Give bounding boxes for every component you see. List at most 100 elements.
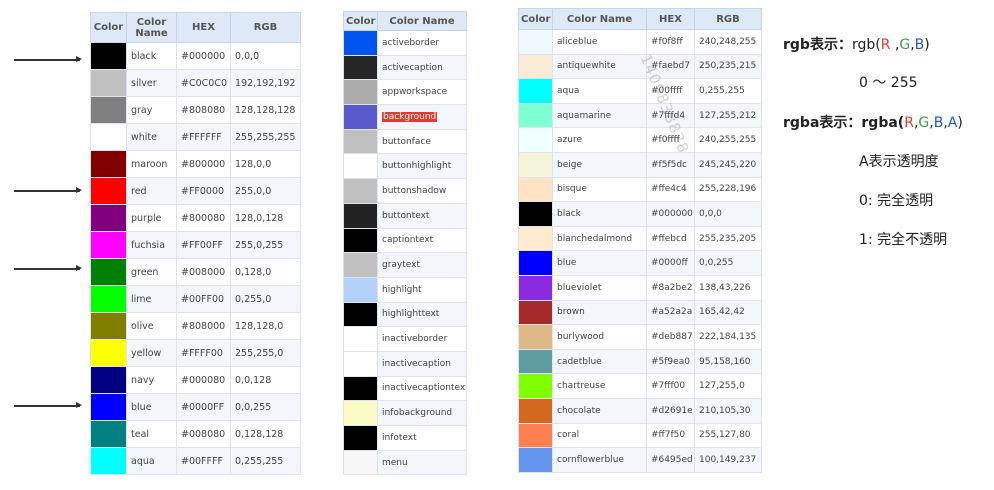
hex-cell: #0000ff bbox=[646, 250, 695, 276]
color-swatch bbox=[518, 299, 553, 326]
color-name-cell: silver bbox=[126, 69, 177, 97]
basic-colors-table: Color Color Name HEX RGB black #000000 0,0… bbox=[90, 12, 301, 475]
rgb-cell: 128,0,128 bbox=[230, 204, 301, 232]
color-swatch bbox=[90, 258, 127, 286]
rgb-cell: 245,245,220 bbox=[694, 151, 762, 178]
table-row: buttonshadow bbox=[343, 178, 467, 204]
rgb-prefix: rgb( bbox=[851, 37, 881, 53]
rgb-cell: 255,255,0 bbox=[230, 339, 301, 367]
color-swatch bbox=[518, 373, 553, 399]
color-name-cell: black bbox=[552, 201, 647, 227]
color-swatch bbox=[343, 104, 378, 130]
rgb-cell: 255,127,80 bbox=[694, 422, 762, 449]
color-name-cell: fuchsia bbox=[126, 231, 177, 259]
table-row: lime #00FF00 0,255,0 bbox=[90, 285, 301, 313]
color-swatch bbox=[518, 201, 553, 227]
color-name-cell: brown bbox=[552, 299, 647, 326]
table-row: silver #C0C0C0 192,192,192 bbox=[90, 69, 301, 97]
hex-cell: #ffe4c4 bbox=[646, 176, 695, 203]
color-swatch bbox=[90, 150, 127, 178]
rgb-cell: 95,158,160 bbox=[694, 348, 762, 375]
color-name-cell: buttonface bbox=[377, 128, 467, 155]
color-swatch bbox=[90, 231, 127, 259]
rgb-cell: 100,149,237 bbox=[694, 447, 762, 473]
color-name-cell: beige bbox=[552, 151, 647, 178]
color-name-cell: inactivecaption bbox=[377, 350, 467, 377]
table-row: aqua #00ffff 0,255,255 bbox=[518, 78, 762, 104]
color-name-cell: blueviolet bbox=[552, 274, 647, 301]
table-row: white #FFFFFF 255,255,255 bbox=[90, 123, 301, 151]
table-row: blanchedalmond #ffebcd 255,235,205 bbox=[518, 225, 762, 252]
table-row: activecaption bbox=[343, 54, 467, 81]
table-row: highlighttext bbox=[343, 301, 467, 328]
g-letter: G bbox=[918, 115, 930, 131]
color-swatch bbox=[343, 326, 378, 352]
color-swatch bbox=[518, 397, 553, 424]
header-color-name: Color Name bbox=[377, 11, 467, 31]
color-name-cell: infotext bbox=[377, 425, 467, 451]
table-row: cadetblue #5f9ea0 95,158,160 bbox=[518, 348, 762, 375]
header-color: Color bbox=[343, 11, 378, 31]
table-row: graytext bbox=[343, 252, 467, 278]
table-row: black #000000 0,0,0 bbox=[518, 201, 762, 227]
close-paren: ) bbox=[957, 115, 963, 131]
hex-cell: #a52a2a bbox=[646, 299, 695, 326]
color-swatch bbox=[343, 178, 378, 204]
color-name-cell: black bbox=[126, 42, 177, 70]
hex-cell: #7fff00 bbox=[646, 373, 695, 399]
rgba-format-note: rgba表示：rgba(R,G,B,A) bbox=[783, 112, 963, 132]
arrow-green bbox=[14, 265, 82, 271]
rgb-cell: 128,0,0 bbox=[230, 150, 301, 178]
color-swatch bbox=[518, 447, 553, 473]
a-letter: A bbox=[947, 115, 958, 131]
color-name-cell: infobackground bbox=[377, 400, 467, 426]
color-swatch bbox=[518, 225, 553, 252]
hex-cell: #ff7f50 bbox=[646, 422, 695, 449]
hex-cell: #ffebcd bbox=[646, 225, 695, 252]
color-name-cell: aliceblue bbox=[552, 29, 647, 55]
table-row: aquamarine #7fffd4 127,255,212 bbox=[518, 102, 762, 129]
table-row: chocolate #d2691e 210,105,30 bbox=[518, 397, 762, 424]
hex-cell: #000080 bbox=[176, 366, 231, 394]
rgb-label: rgb表示： bbox=[783, 37, 852, 53]
rgb-cell: 0,0,128 bbox=[230, 366, 301, 394]
color-swatch bbox=[343, 425, 378, 451]
color-swatch bbox=[518, 422, 553, 449]
table-header-row: Color Color Name bbox=[343, 11, 467, 31]
hex-cell: #800000 bbox=[176, 150, 231, 178]
table-row: yellow #FFFF00 255,255,0 bbox=[90, 339, 301, 367]
rgb-format-note: rgb表示：rgb(R ,G,B) bbox=[783, 34, 930, 54]
color-name-cell: bisque bbox=[552, 176, 647, 203]
hex-cell: #deb887 bbox=[646, 324, 695, 350]
color-swatch bbox=[90, 447, 127, 475]
color-swatch bbox=[343, 79, 378, 106]
rgb-cell: 255,228,196 bbox=[694, 176, 762, 203]
rgb-cell: 0,0,0 bbox=[230, 42, 301, 70]
color-swatch bbox=[518, 324, 553, 350]
color-name-cell: yellow bbox=[126, 339, 177, 367]
alpha-opaque-note: 1: 完全不透明 bbox=[859, 232, 948, 248]
rgb-cell: 0,128,128 bbox=[230, 420, 301, 448]
color-name-cell: highlight bbox=[377, 276, 467, 303]
rgb-cell: 138,43,226 bbox=[694, 274, 762, 301]
hex-cell: #FF00FF bbox=[176, 231, 231, 259]
color-swatch bbox=[90, 339, 127, 367]
color-swatch bbox=[343, 54, 378, 81]
color-name-cell: activeborder bbox=[377, 30, 467, 56]
table-row: gray #808080 128,128,128 bbox=[90, 96, 301, 124]
color-name-cell: azure bbox=[552, 127, 647, 153]
color-name-cell: blanchedalmond bbox=[552, 225, 647, 252]
table-row: olive #808000 128,128,0 bbox=[90, 312, 301, 340]
color-swatch bbox=[518, 29, 553, 55]
color-swatch bbox=[518, 102, 553, 129]
table-row: beige #f5f5dc 245,245,220 bbox=[518, 151, 762, 178]
hex-cell: #808080 bbox=[176, 96, 231, 124]
b-letter: B bbox=[933, 115, 944, 131]
rgb-cell: 0,0,255 bbox=[230, 393, 301, 421]
color-swatch bbox=[343, 449, 378, 476]
color-swatch bbox=[343, 301, 378, 328]
header-rgb: RGB bbox=[694, 8, 762, 30]
table-row: blue #0000ff 0,0,255 bbox=[518, 250, 762, 276]
system-colors-table: Color Color Name activeborder activecapti… bbox=[343, 11, 467, 476]
hex-cell: #FFFF00 bbox=[176, 339, 231, 367]
